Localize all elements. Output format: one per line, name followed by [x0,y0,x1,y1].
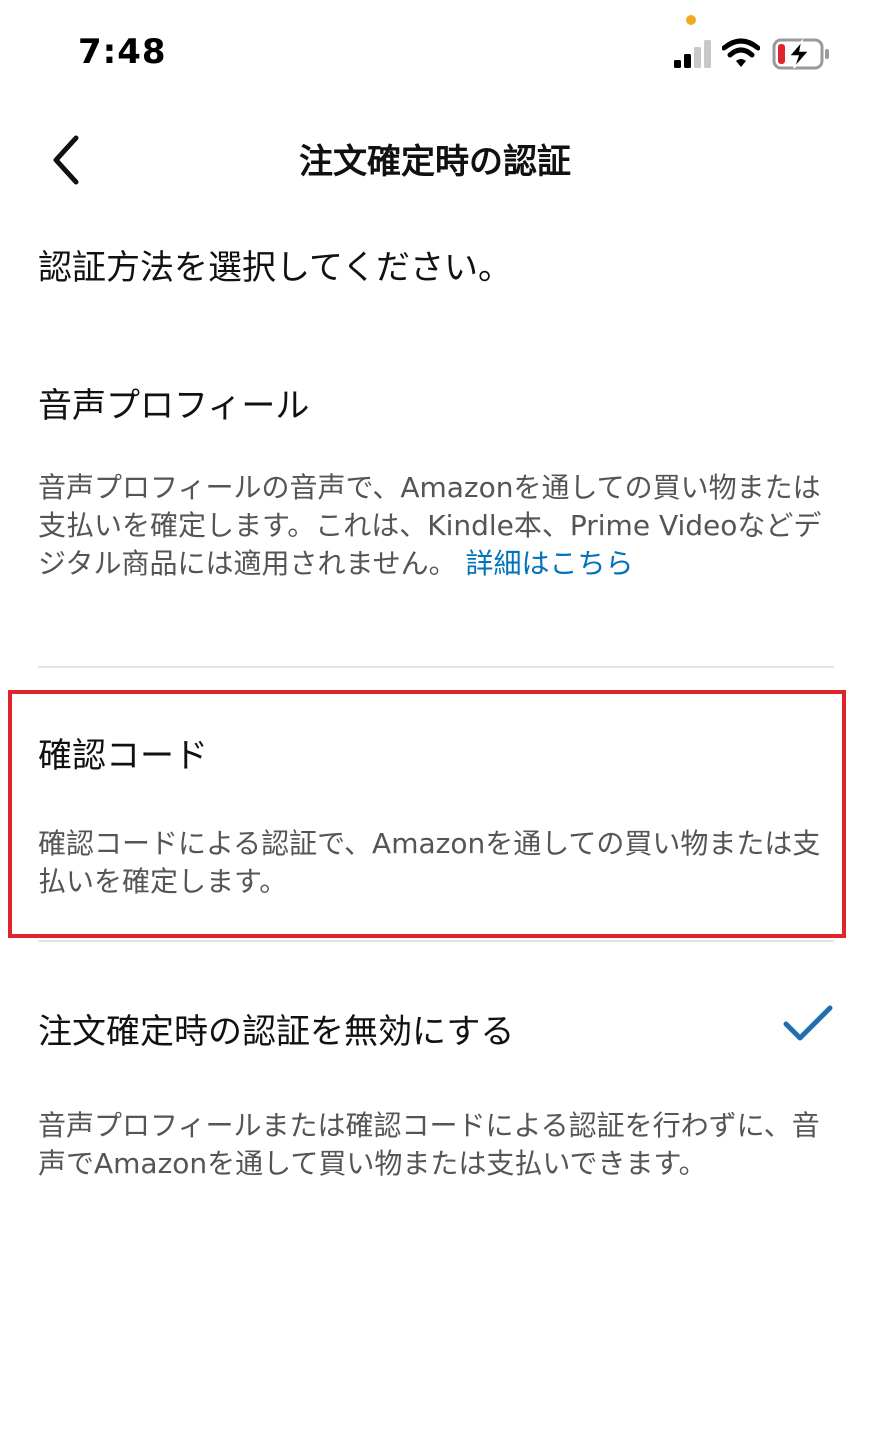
option-verification-code[interactable]: 確認コード 確認コードによる認証で、Amazonを通しての買い物または支払いを確… [38,728,834,901]
option-title: 注文確定時の認証を無効にする [38,1012,515,1052]
option-description-text: 音声プロフィールの音声で、Amazonを通しての買い物または支払いを確定します。… [38,471,822,580]
option-voice-profile[interactable]: 音声プロフィール 音声プロフィールの音声で、Amazonを通しての買い物または支… [38,378,834,583]
chevron-left-icon[interactable] [40,130,100,190]
select-method-prompt: 認証方法を選択してください。 [38,248,512,288]
learn-more-link[interactable]: 詳細はこちら [466,547,634,580]
status-bar: 7:48 [0,0,870,100]
checkmark-icon [783,1005,833,1041]
divider [38,666,834,668]
battery-charging-icon [772,38,829,70]
nav-bar: 注文確定時の認証 [0,110,870,200]
option-description: 確認コードによる認証で、Amazonを通しての買い物または支払いを確定します。 [38,827,821,898]
page-title: 注文確定時の認証 [299,142,571,182]
wifi-icon [722,38,760,67]
option-disable-auth[interactable]: 注文確定時の認証を無効にする 音声プロフィールまたは確認コードによる認証を行わず… [38,1004,834,1183]
option-description: 音声プロフィールの音声で、Amazonを通しての買い物または支払いを確定します。… [38,469,834,583]
option-title: 確認コード [38,736,208,776]
privacy-indicator-dot [686,15,696,25]
status-time: 7:48 [78,32,167,72]
divider [38,940,834,942]
option-title: 音声プロフィール [38,386,310,426]
option-description: 音声プロフィールまたは確認コードによる認証を行わずに、音声でAmazonを通して… [38,1109,820,1180]
signal-icon [674,40,711,68]
